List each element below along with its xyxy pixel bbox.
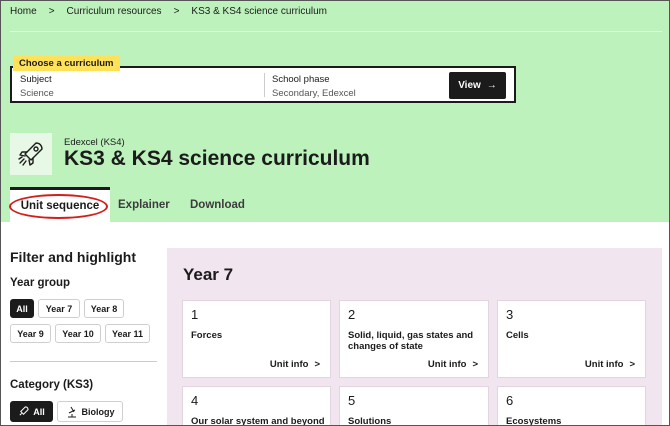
rocket-icon	[19, 406, 29, 416]
unit-info-label: Unit info	[427, 359, 467, 370]
category-label: Category (KS3)	[10, 379, 94, 391]
category-filter-biology-label: Biology	[81, 406, 115, 417]
year-group-label: Year group	[10, 277, 71, 289]
arrow-right-icon: →	[486, 80, 497, 91]
chevron-right-icon: >	[472, 359, 478, 370]
curriculum-picker: Subject Science School phase Secondary, …	[10, 66, 516, 103]
unit-number: 6	[506, 393, 514, 408]
breadcrumb-home[interactable]: Home	[10, 6, 37, 17]
breadcrumb-separator: >	[173, 6, 180, 17]
breadcrumb-current: KS3 & KS4 science curriculum	[191, 6, 328, 17]
view-button-label: View	[458, 80, 481, 91]
unit-number: 4	[191, 393, 199, 408]
rocket-icon	[10, 133, 52, 175]
hero-banner: Home > Curriculum resources > KS3 & KS4 …	[1, 1, 669, 222]
chevron-right-icon: >	[629, 359, 635, 370]
breadcrumb: Home > Curriculum resources > KS3 & KS4 …	[10, 6, 327, 17]
school-phase-value: Secondary, Edexcel	[272, 88, 356, 99]
unit-title: Our solar system and beyond	[191, 416, 325, 426]
unit-card[interactable]: 2 Solid, liquid, gas states and changes …	[339, 300, 489, 378]
year-filter-year-9[interactable]: Year 9	[10, 324, 51, 343]
page-title: KS3 & KS4 science curriculum	[64, 147, 370, 170]
unit-title: Forces	[191, 330, 223, 341]
category-filter-biology[interactable]: Biology	[57, 401, 123, 422]
school-phase-field[interactable]: School phase Secondary, Edexcel	[272, 74, 356, 99]
unit-card[interactable]: 4 Our solar system and beyond	[182, 386, 331, 426]
year-heading: Year 7	[183, 265, 234, 284]
unit-card[interactable]: 3 Cells Unit info >	[497, 300, 646, 378]
tab-download[interactable]: Download	[190, 187, 245, 222]
year-filter-year-10[interactable]: Year 10	[55, 324, 101, 343]
tab-bar: Unit sequence Explainer Download	[1, 187, 669, 222]
breadcrumb-separator: >	[48, 6, 55, 17]
choose-curriculum-tag: Choose a curriculum	[13, 56, 120, 71]
microscope-icon	[67, 406, 76, 417]
unit-info-link[interactable]: Unit info >	[585, 359, 635, 370]
unit-title: Cells	[506, 330, 529, 341]
subject-value: Science	[20, 88, 54, 99]
unit-card[interactable]: 6 Ecosystems	[497, 386, 646, 426]
year-filter-year-11[interactable]: Year 11	[105, 324, 150, 343]
filter-title: Filter and highlight	[10, 249, 136, 265]
subject-label: Subject	[20, 74, 52, 85]
year-filter-year-7[interactable]: Year 7	[38, 299, 80, 318]
tab-unit-sequence[interactable]: Unit sequence	[10, 187, 110, 222]
category-filter-all-label: All	[33, 406, 45, 417]
category-filter-all[interactable]: All	[10, 401, 53, 422]
unit-number: 2	[348, 307, 356, 322]
unit-title: Ecosystems	[506, 416, 562, 426]
chevron-right-icon: >	[314, 359, 320, 370]
unit-number: 1	[191, 307, 199, 322]
breadcrumb-curriculum-resources[interactable]: Curriculum resources	[67, 6, 162, 17]
picker-divider	[264, 73, 265, 97]
unit-card[interactable]: 5 Solutions	[339, 386, 489, 426]
unit-card[interactable]: 1 Forces Unit info >	[182, 300, 331, 378]
unit-info-link[interactable]: Unit info >	[428, 359, 478, 370]
unit-info-link[interactable]: Unit info >	[270, 359, 320, 370]
tab-explainer[interactable]: Explainer	[118, 187, 170, 222]
filter-divider	[10, 361, 157, 362]
year-filter-all[interactable]: All	[10, 299, 34, 318]
unit-number: 3	[506, 307, 514, 322]
unit-title: Solid, liquid, gas states and changes of…	[348, 330, 474, 352]
breadcrumb-divider	[10, 31, 662, 32]
year-filter-year-8[interactable]: Year 8	[84, 299, 124, 318]
unit-info-label: Unit info	[269, 359, 309, 370]
page-frame: Home > Curriculum resources > KS3 & KS4 …	[0, 0, 670, 426]
view-button[interactable]: View →	[449, 72, 506, 99]
unit-info-label: Unit info	[584, 359, 624, 370]
subject-field[interactable]: Subject Science	[20, 74, 54, 99]
unit-number: 5	[348, 393, 356, 408]
school-phase-label: School phase	[272, 74, 330, 85]
unit-title: Solutions	[348, 416, 392, 426]
